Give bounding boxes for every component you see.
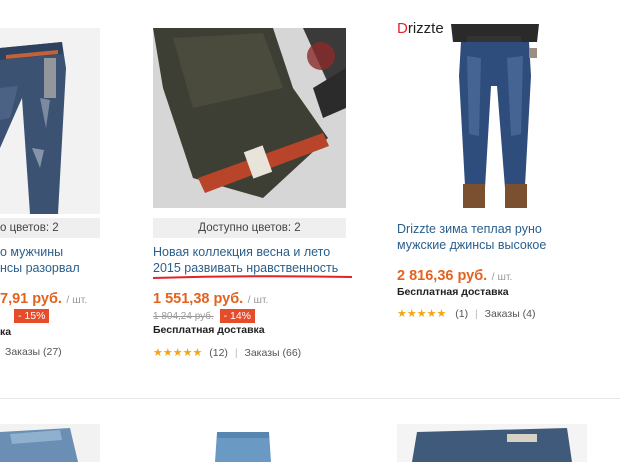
unit-1: / шт. — [66, 294, 88, 306]
unit-2: / шт. — [247, 294, 269, 306]
jeans-image-4 — [0, 424, 100, 462]
price-row-2: 1 551,38 руб. / шт. — [153, 290, 268, 308]
brand-logo-d: D — [397, 20, 408, 37]
orders-link-3[interactable]: Заказы (4) — [485, 308, 536, 320]
jeans-image-3 — [451, 24, 539, 208]
brand-logo-rest: rizzte — [407, 20, 444, 37]
shipping-1: ка — [0, 326, 12, 338]
row-divider — [0, 398, 620, 399]
product-image-4[interactable] — [0, 424, 100, 462]
price-row-1: 7,91 руб. / шт. — [0, 290, 87, 308]
product-image-2[interactable] — [153, 28, 346, 208]
discount-badge-1: - 15% — [14, 309, 50, 323]
jeans-image-1 — [0, 28, 100, 214]
separator-2: | — [234, 347, 238, 359]
product-image-3[interactable] — [445, 16, 545, 216]
price-row-3: 2 816,36 руб. / шт. — [397, 267, 512, 285]
shipping-2: Бесплатная доставка — [153, 324, 265, 336]
available-colors-1: о цветов: 2 — [0, 218, 100, 238]
product-title-1-line-1[interactable]: о мужчины — [0, 244, 100, 260]
orders-link-2[interactable]: Заказы (66) — [245, 347, 302, 359]
product-title-1-line-2[interactable]: нсы разорвал — [0, 260, 100, 276]
brand-logo: Drizzte — [397, 20, 444, 37]
jeans-image-5 — [215, 432, 271, 462]
jeans-image-2 — [153, 28, 346, 208]
red-underline — [152, 275, 353, 279]
product-title-2-line-1[interactable]: Новая коллекция весна и лето — [153, 244, 353, 260]
old-price-2: 1 804,24 руб. — [153, 311, 214, 322]
rating-stars-2: ★★★★★ — [153, 347, 203, 359]
price-3: 2 816,36 руб. — [397, 268, 488, 284]
price-2: 1 551,38 руб. — [153, 291, 244, 307]
meta-row-1: Заказы (27) — [5, 346, 62, 358]
discount-badge-2: - 14% — [219, 309, 255, 323]
separator-3: | — [475, 308, 478, 320]
meta-row-2: ★★★★★ (12) | Заказы (66) — [153, 346, 301, 359]
orders-link-1[interactable]: Заказы (27) — [5, 346, 62, 358]
shipping-3: Бесплатная доставка — [397, 286, 509, 298]
product-image-1[interactable] — [0, 28, 100, 214]
rating-count-3[interactable]: (1) — [455, 308, 468, 320]
jeans-image-6 — [397, 424, 587, 462]
available-colors-2: Доступно цветов: 2 — [153, 218, 346, 238]
old-price-row-2: 1 804,24 руб. - 14% — [153, 309, 255, 323]
unit-3: / шт. — [491, 271, 513, 283]
rating-count-2[interactable]: (12) — [209, 347, 228, 359]
product-title-3[interactable]: Drizzte зима теплая руно мужские джинсы … — [397, 221, 597, 253]
product-image-5[interactable] — [213, 428, 273, 462]
product-title-2[interactable]: Новая коллекция весна и лето 2015 развив… — [153, 244, 353, 276]
product-title-1[interactable]: о мужчины нсы разорвал — [0, 244, 100, 276]
price-1: 7,91 руб. — [0, 291, 62, 307]
product-title-3-line-2[interactable]: мужские джинсы высокое — [397, 237, 597, 253]
product-image-6[interactable] — [397, 424, 587, 462]
old-price-row-1: - 15% — [0, 309, 50, 323]
product-title-3-line-1[interactable]: Drizzte зима теплая руно — [397, 221, 597, 237]
meta-row-3: ★★★★★ (1) | Заказы (4) — [397, 307, 536, 320]
rating-stars-3: ★★★★★ — [397, 308, 447, 320]
